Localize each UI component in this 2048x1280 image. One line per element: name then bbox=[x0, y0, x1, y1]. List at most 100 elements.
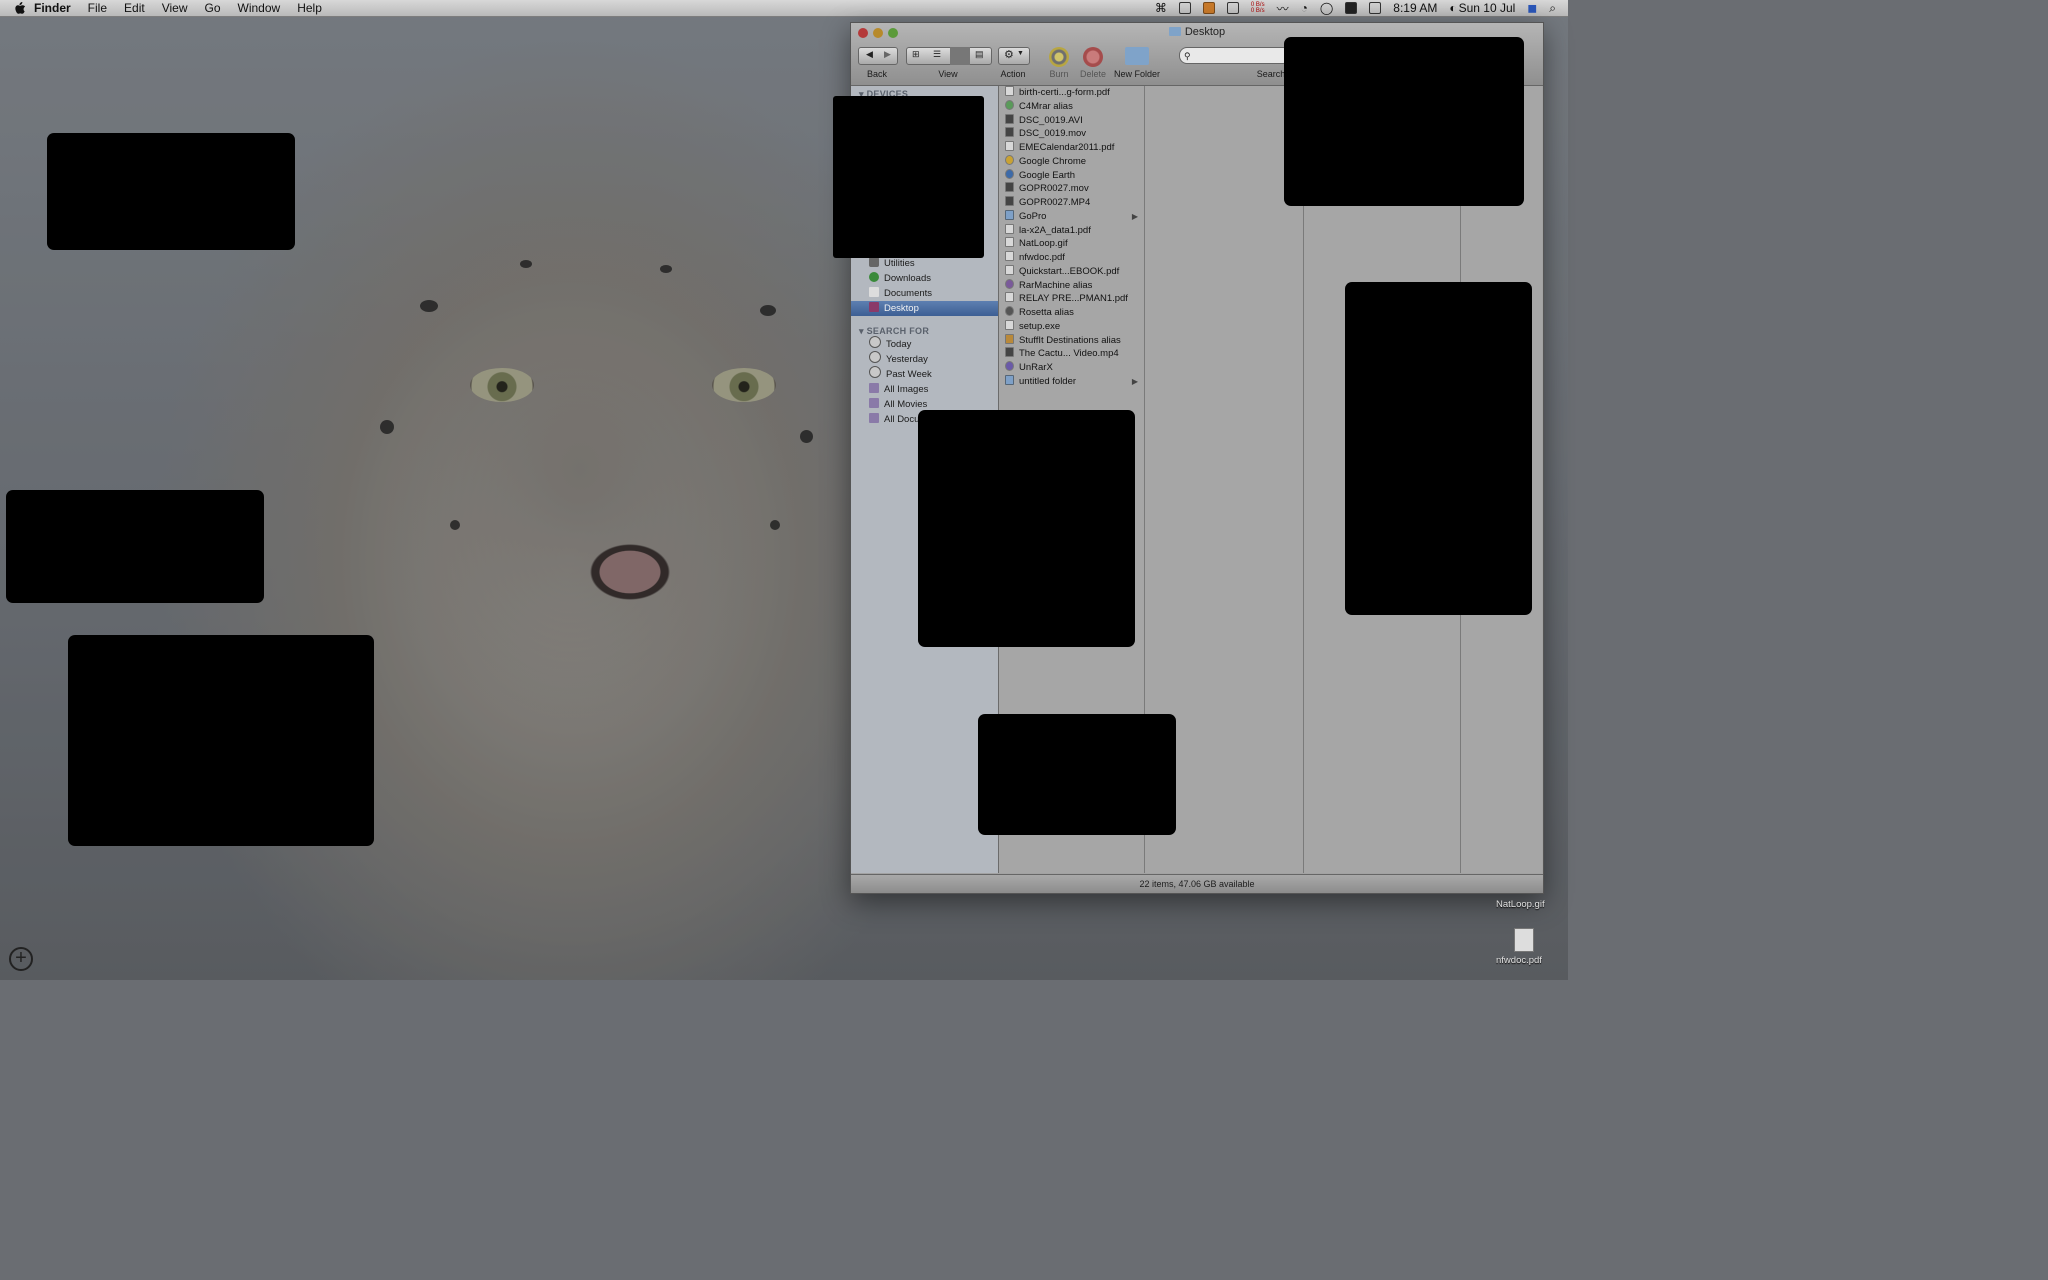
app-tray-icon[interactable] bbox=[1202, 2, 1215, 14]
file-item[interactable]: StuffIt Destinations alias bbox=[999, 334, 1144, 347]
file-item[interactable]: DSC_0019.mov bbox=[999, 127, 1144, 140]
sidebar-item-utilities[interactable]: Utilities bbox=[851, 256, 998, 271]
disclosure-arrow-icon: ▶ bbox=[1131, 212, 1138, 221]
file-item[interactable]: Rosetta alias bbox=[999, 306, 1144, 319]
calendar-icon[interactable] bbox=[1369, 2, 1382, 14]
file-item[interactable]: DSC_0019.AVI bbox=[999, 114, 1144, 127]
file-name: RarMachine alias bbox=[1019, 280, 1093, 291]
menu-finder[interactable]: Finder bbox=[34, 1, 71, 15]
activity-icon[interactable]: 〰 bbox=[1277, 0, 1289, 17]
network-meter[interactable]: 0 B/s 0 B/s bbox=[1251, 2, 1265, 14]
file-item[interactable]: Google Chrome bbox=[999, 155, 1144, 168]
pdf-file-icon[interactable] bbox=[1514, 928, 1534, 952]
add-icon[interactable]: + bbox=[9, 947, 33, 971]
sidebar-item-all-images[interactable]: All Images bbox=[851, 382, 998, 397]
sidebar-item-label: All Movies bbox=[884, 399, 928, 410]
pdf-file-icon bbox=[1005, 141, 1014, 151]
file-item[interactable]: birth-certi...g-form.pdf bbox=[999, 86, 1144, 99]
input-menu-icon[interactable] bbox=[1345, 2, 1358, 14]
time-machine-icon[interactable]: ◔ bbox=[1301, 1, 1308, 15]
clock-icon bbox=[869, 336, 881, 348]
file-item[interactable]: NatLoop.gif bbox=[999, 237, 1144, 250]
folder-icon bbox=[1005, 210, 1014, 220]
forward-arrow-icon[interactable]: ▶ bbox=[884, 49, 891, 60]
command-key-icon[interactable]: ⌘ bbox=[1155, 1, 1167, 15]
folder-icon bbox=[1005, 375, 1014, 385]
menu-go[interactable]: Go bbox=[205, 1, 221, 15]
sidebar-item-today[interactable]: Today bbox=[851, 336, 998, 351]
file-item[interactable]: RELAY PRE...PMAN1.pdf bbox=[999, 292, 1144, 305]
menu-edit[interactable]: Edit bbox=[124, 1, 145, 15]
alias-icon bbox=[1005, 100, 1014, 110]
file-name: UnRarX bbox=[1019, 362, 1053, 373]
file-item[interactable]: EMECalendar2011.pdf bbox=[999, 141, 1144, 154]
sidebar-item-desktop[interactable]: Desktop bbox=[851, 301, 998, 316]
file-item[interactable]: Quickstart...EBOOK.pdf bbox=[999, 265, 1144, 278]
list-view-icon[interactable]: ☰ bbox=[933, 49, 941, 60]
file-name: The Cactu... Video.mp4 bbox=[1019, 348, 1119, 359]
file-item[interactable]: setup.exe bbox=[999, 320, 1144, 333]
moon-icon[interactable]: ◐ bbox=[1449, 1, 1456, 15]
sidebar-item-yesterday[interactable]: Yesterday bbox=[851, 351, 998, 366]
burn-icon[interactable] bbox=[1049, 47, 1069, 67]
clock-date[interactable]: Sun 10 Jul bbox=[1459, 1, 1516, 15]
file-item[interactable]: GOPR0027.mov bbox=[999, 182, 1144, 195]
menu-window[interactable]: Window bbox=[238, 1, 281, 15]
sidebar-item-label: Past Week bbox=[886, 369, 932, 380]
dropbox-icon[interactable] bbox=[1178, 2, 1191, 14]
back-arrow-icon[interactable]: ◀ bbox=[866, 49, 873, 60]
apple-logo-icon[interactable] bbox=[14, 1, 26, 15]
redacted-region bbox=[6, 490, 264, 603]
clock-icon bbox=[869, 366, 881, 378]
smart-folder-icon bbox=[869, 383, 879, 393]
chat-icon[interactable]: ◯ bbox=[1320, 1, 1333, 15]
sidebar-item-label: All Images bbox=[884, 384, 929, 395]
coverflow-view-icon[interactable]: ▤ bbox=[975, 49, 984, 60]
smart-folder-icon bbox=[869, 413, 879, 423]
back-forward-buttons[interactable]: ◀ ▶ bbox=[858, 47, 898, 65]
file-name: EMECalendar2011.pdf bbox=[1019, 142, 1115, 153]
chevron-down-icon: ▼ bbox=[1017, 50, 1024, 57]
file-item[interactable]: GoPro ▶ bbox=[999, 210, 1144, 223]
menu-view[interactable]: View bbox=[162, 1, 188, 15]
gear-icon: ⚙ bbox=[1004, 49, 1014, 61]
desktop-icon-label[interactable]: NatLoop.gif bbox=[1496, 899, 1545, 910]
file-name: setup.exe bbox=[1019, 321, 1061, 332]
delete-icon[interactable] bbox=[1083, 47, 1103, 67]
view-mode-buttons[interactable]: ⊞ ☰ ▤ bbox=[906, 47, 992, 65]
back-label: Back bbox=[866, 69, 887, 79]
sidebar-item-label: Today bbox=[886, 339, 912, 350]
menu-file[interactable]: File bbox=[88, 1, 107, 15]
file-item[interactable]: RarMachine alias bbox=[999, 279, 1144, 292]
sidebar-item-label: Yesterday bbox=[886, 354, 928, 365]
user-icon[interactable]: ◼ bbox=[1527, 1, 1537, 15]
file-name: birth-certi...g-form.pdf bbox=[1019, 87, 1110, 98]
search-field[interactable]: ⚲ bbox=[1179, 47, 1291, 64]
column-view-icon[interactable] bbox=[950, 47, 970, 65]
file-item[interactable]: GOPR0027.MP4 bbox=[999, 196, 1144, 209]
file-item[interactable]: la-x2A_data1.pdf bbox=[999, 224, 1144, 237]
sidebar-item-label: Documents bbox=[884, 288, 933, 299]
action-button[interactable]: ⚙ ▼ bbox=[998, 47, 1030, 65]
file-item[interactable]: untitled folder ▶ bbox=[999, 375, 1144, 388]
icon-view-icon[interactable]: ⊞ bbox=[912, 49, 920, 60]
spotlight-icon[interactable]: ⌕ bbox=[1549, 1, 1556, 16]
pdf-file-icon bbox=[1005, 224, 1014, 234]
file-item[interactable]: nfwdoc.pdf bbox=[999, 251, 1144, 264]
clipboard-icon[interactable] bbox=[1226, 2, 1239, 14]
sidebar-item-label: Utilities bbox=[884, 258, 915, 269]
new-folder-icon[interactable] bbox=[1125, 47, 1149, 65]
sidebar-item-downloads[interactable]: Downloads bbox=[851, 271, 998, 286]
clock-time[interactable]: 8:19 AM bbox=[1393, 1, 1437, 15]
sidebar-item-past-week[interactable]: Past Week bbox=[851, 366, 998, 381]
sidebar-item-documents[interactable]: Documents bbox=[851, 286, 998, 301]
menu-help[interactable]: Help bbox=[297, 1, 322, 15]
video-file-icon bbox=[1005, 114, 1014, 124]
pdf-file-icon bbox=[1005, 292, 1014, 302]
file-item[interactable]: The Cactu... Video.mp4 bbox=[999, 347, 1144, 360]
net-down-rate: 0 B/s bbox=[1250, 8, 1265, 14]
file-item[interactable]: UnRarX bbox=[999, 361, 1144, 374]
file-item[interactable]: Google Earth bbox=[999, 169, 1144, 182]
desktop-icon-label[interactable]: nfwdoc.pdf bbox=[1496, 955, 1542, 966]
file-item[interactable]: C4Mrar alias bbox=[999, 100, 1144, 113]
